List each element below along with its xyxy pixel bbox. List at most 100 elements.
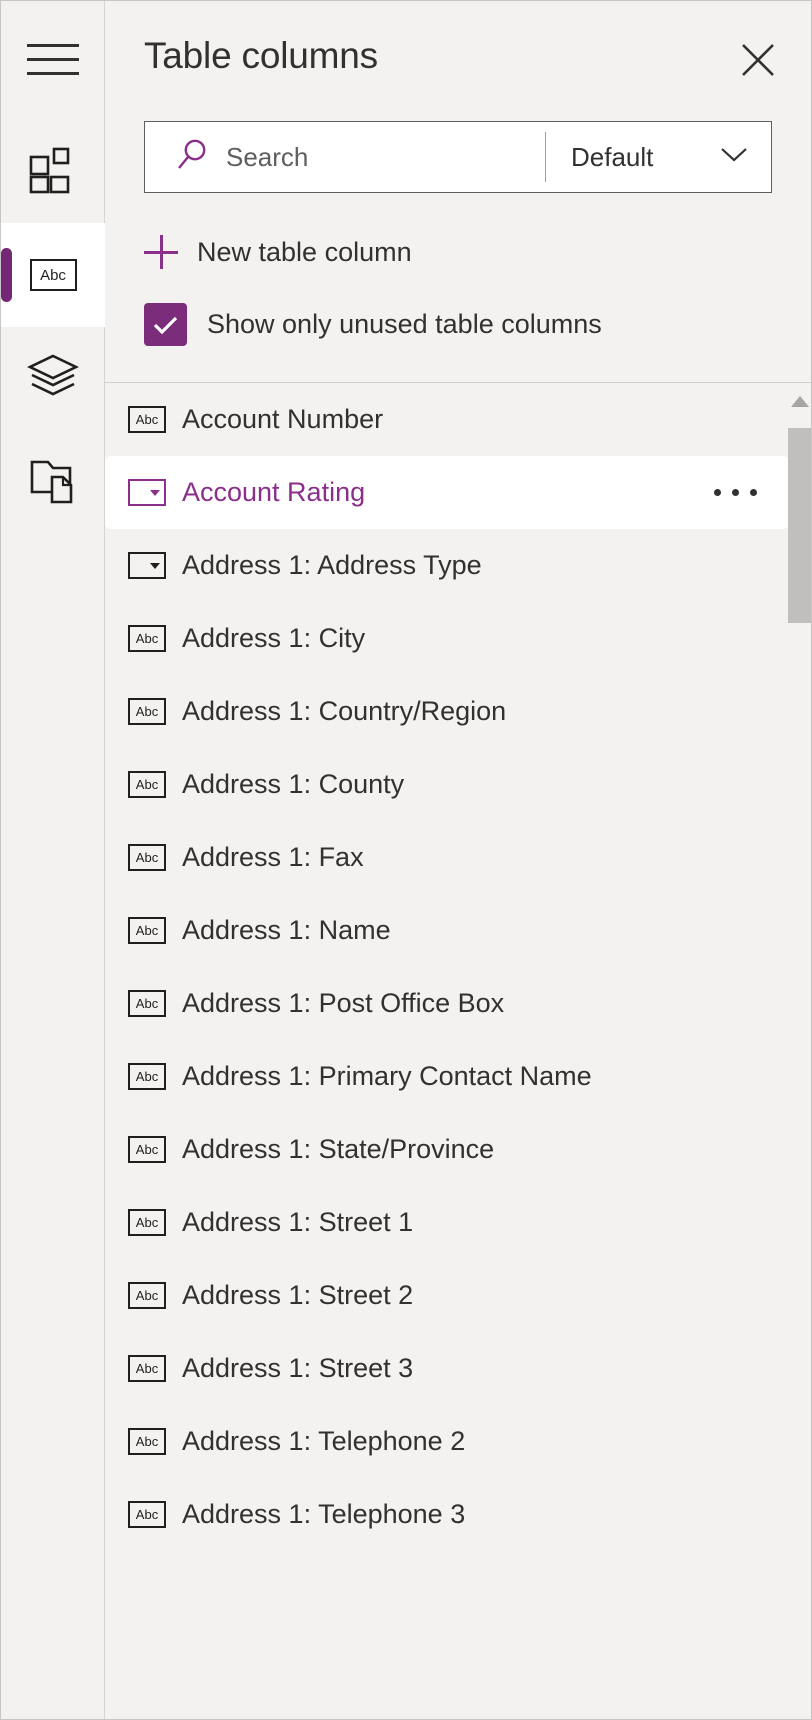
abc-glyph: Abc xyxy=(128,990,166,1017)
pages-copy-icon xyxy=(28,456,78,511)
new-table-column-button[interactable]: New table column xyxy=(144,235,412,269)
abc-text-icon: Abc xyxy=(30,259,77,291)
checkbox-checked-icon xyxy=(144,303,187,346)
table-column-label: Account Number xyxy=(182,404,383,435)
table-column-row[interactable]: Abc Address 1: Name xyxy=(105,894,811,967)
table-column-label: Address 1: State/Province xyxy=(182,1134,494,1165)
abc-glyph: Abc xyxy=(128,771,166,798)
ellipsis-dot-icon xyxy=(714,489,721,496)
abc-glyph: Abc xyxy=(128,844,166,871)
column-type-text-icon: Abc xyxy=(127,1355,167,1383)
columns-list: Abc Account Number Account Rating Address 1… xyxy=(105,383,811,1719)
table-column-label: Address 1: County xyxy=(182,769,404,800)
table-column-label: Address 1: Post Office Box xyxy=(182,988,504,1019)
column-type-choice-icon xyxy=(127,479,167,507)
column-type-text-icon: Abc xyxy=(127,917,167,945)
list-scrollbar[interactable] xyxy=(788,383,811,1719)
abc-glyph: Abc xyxy=(128,1136,166,1163)
scrollbar-thumb[interactable] xyxy=(788,428,811,623)
column-type-text-icon: Abc xyxy=(127,406,167,434)
table-column-label: Address 1: Telephone 2 xyxy=(182,1426,465,1457)
abc-glyph: Abc xyxy=(128,1063,166,1090)
search-and-filter-bar: Search Default xyxy=(144,121,772,193)
plus-icon xyxy=(144,235,178,269)
table-column-label: Address 1: Street 2 xyxy=(182,1280,413,1311)
abc-glyph: Abc xyxy=(128,1428,166,1455)
hamburger-menu-button[interactable] xyxy=(1,1,105,119)
scroll-up-arrow-icon[interactable] xyxy=(788,383,811,420)
panel-header: Table columns xyxy=(105,1,811,121)
sidebar-item-apps[interactable] xyxy=(1,119,105,223)
column-type-text-icon: Abc xyxy=(127,1282,167,1310)
column-type-text-icon: Abc xyxy=(127,698,167,726)
table-column-row[interactable]: Address 1: Address Type xyxy=(105,529,811,602)
page-title: Table columns xyxy=(144,35,378,77)
sidebar-item-views[interactable] xyxy=(1,431,105,535)
abc-glyph: Abc xyxy=(128,1501,166,1528)
grid-apps-icon xyxy=(27,143,79,200)
column-type-text-icon: Abc xyxy=(127,990,167,1018)
search-icon xyxy=(175,138,209,177)
sidebar-item-relationships[interactable] xyxy=(1,327,105,431)
column-type-text-icon: Abc xyxy=(127,1209,167,1237)
table-column-label: Address 1: Street 3 xyxy=(182,1353,413,1384)
column-type-text-icon: Abc xyxy=(127,1428,167,1456)
table-column-row[interactable]: Abc Address 1: Street 1 xyxy=(105,1186,811,1259)
show-only-unused-label: Show only unused table columns xyxy=(207,309,602,340)
layers-icon xyxy=(26,352,80,407)
selection-indicator xyxy=(1,248,12,302)
table-column-label: Address 1: Street 1 xyxy=(182,1207,413,1238)
abc-glyph: Abc xyxy=(128,1209,166,1236)
table-column-label: Address 1: Primary Contact Name xyxy=(182,1061,592,1092)
table-column-row[interactable]: Abc Address 1: Post Office Box xyxy=(105,967,811,1040)
table-column-label: Address 1: Telephone 3 xyxy=(182,1499,465,1530)
table-column-label: Address 1: Name xyxy=(182,915,391,946)
table-column-row[interactable]: Abc Address 1: State/Province xyxy=(105,1113,811,1186)
left-rail: Abc xyxy=(1,1,105,1719)
ellipsis-dot-icon xyxy=(732,489,739,496)
column-type-text-icon: Abc xyxy=(127,1063,167,1091)
new-table-column-label: New table column xyxy=(197,237,412,268)
column-type-text-icon: Abc xyxy=(127,771,167,799)
row-overflow-menu-button[interactable] xyxy=(714,489,769,496)
table-column-row[interactable]: Abc Address 1: Country/Region xyxy=(105,675,811,748)
column-type-text-icon: Abc xyxy=(127,625,167,653)
search-placeholder: Search xyxy=(226,142,308,173)
table-column-row[interactable]: Abc Address 1: City xyxy=(105,602,811,675)
column-type-choice-icon xyxy=(127,552,167,580)
close-button[interactable] xyxy=(732,34,784,86)
chevron-down-icon xyxy=(719,146,749,169)
column-type-text-icon: Abc xyxy=(127,1136,167,1164)
abc-glyph: Abc xyxy=(128,1355,166,1382)
table-column-row[interactable]: Abc Address 1: Primary Contact Name xyxy=(105,1040,811,1113)
abc-glyph: Abc xyxy=(128,625,166,652)
table-column-row[interactable]: Abc Account Number xyxy=(105,383,811,456)
table-column-row[interactable]: Account Rating xyxy=(105,456,789,529)
table-columns-panel-app: Abc Table columns xyxy=(0,0,812,1720)
table-column-row[interactable]: Abc Address 1: Telephone 2 xyxy=(105,1405,811,1478)
sidebar-item-columns[interactable]: Abc xyxy=(1,223,105,327)
filter-dropdown-value: Default xyxy=(571,142,653,173)
hamburger-icon xyxy=(27,43,79,77)
table-column-row[interactable]: Abc Address 1: Street 2 xyxy=(105,1259,811,1332)
dropdown-glyph xyxy=(128,552,166,579)
table-column-label: Account Rating xyxy=(182,477,365,508)
filter-dropdown[interactable]: Default xyxy=(546,122,771,192)
table-column-label: Address 1: Country/Region xyxy=(182,696,506,727)
table-column-label: Address 1: City xyxy=(182,623,365,654)
search-input[interactable]: Search xyxy=(145,122,545,192)
dropdown-glyph xyxy=(128,479,166,506)
panel: Table columns Search xyxy=(105,1,811,1719)
column-type-text-icon: Abc xyxy=(127,844,167,872)
table-column-row[interactable]: Abc Address 1: Street 3 xyxy=(105,1332,811,1405)
abc-glyph: Abc xyxy=(128,698,166,725)
abc-glyph: Abc xyxy=(128,406,166,433)
table-column-row[interactable]: Abc Address 1: County xyxy=(105,748,811,821)
table-column-row[interactable]: Abc Address 1: Telephone 3 xyxy=(105,1478,811,1551)
abc-glyph: Abc xyxy=(128,917,166,944)
table-column-row[interactable]: AbcAddress 1: Fax xyxy=(105,821,811,894)
show-only-unused-checkbox[interactable]: Show only unused table columns xyxy=(144,303,602,346)
column-type-text-icon: Abc xyxy=(127,1501,167,1529)
table-column-label: Address 1: Address Type xyxy=(182,550,482,581)
close-icon xyxy=(738,40,778,80)
